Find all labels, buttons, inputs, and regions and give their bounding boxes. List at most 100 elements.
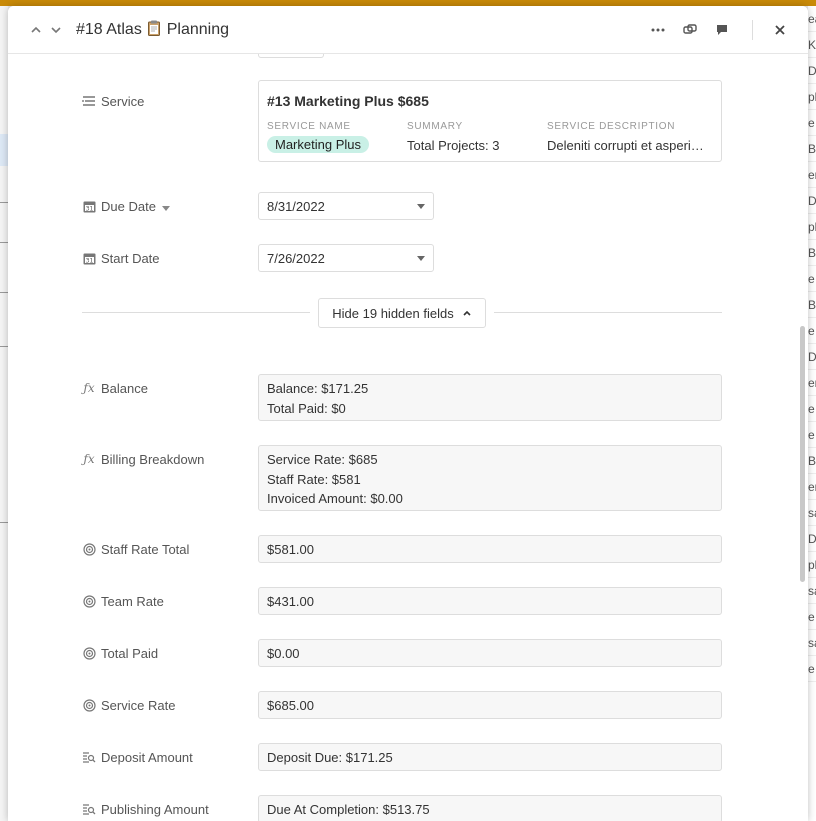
field-label-deposit-amount: Deposit Amount: [82, 748, 193, 766]
summary-caption: SUMMARY: [407, 121, 463, 132]
background-row-snippet: e: [808, 604, 816, 630]
background-row-snippet: B: [808, 240, 816, 266]
description-caption: SERVICE DESCRIPTION: [547, 121, 676, 132]
rollup-icon: [82, 698, 96, 712]
label-text: Service Rate: [101, 697, 176, 713]
background-mark: [0, 202, 8, 203]
label-text: Start Date: [101, 250, 160, 266]
invoiced-amount-line: Invoiced Amount: $0.00: [267, 491, 403, 506]
publishing-amount-value: Due At Completion: $513.75: [258, 795, 722, 821]
background-row-snippet: sa: [808, 500, 816, 526]
lookup-search-icon: [82, 750, 96, 764]
comments-icon[interactable]: [712, 20, 732, 40]
expand-record-icon[interactable]: [680, 20, 700, 40]
modal-body: Service #13 Marketing Plus $685 SERVICE …: [8, 54, 808, 821]
label-text: Team Rate: [101, 593, 164, 609]
record-modal: #18 Atlas Planning Service #13 Marketing…: [8, 6, 808, 821]
background-selected-row: [0, 134, 8, 166]
calendar-icon: 31: [82, 199, 96, 213]
staff-rate-total-value: $581.00: [258, 535, 722, 563]
scrollbar-thumb[interactable]: [800, 326, 805, 582]
label-text: Billing Breakdown: [101, 451, 205, 467]
field-label-due-date: 31 Due Date: [82, 197, 170, 215]
deposit-amount-value: Deposit Due: $171.25: [258, 743, 722, 771]
background-row-snippet: e: [808, 422, 816, 448]
background-mark: [0, 522, 8, 523]
background-row-snippet: e: [808, 266, 816, 292]
chevron-up-icon: [463, 310, 471, 316]
background-row-snippet: e: [808, 110, 816, 136]
background-row-snippet: K: [808, 32, 816, 58]
hide-hidden-fields-button[interactable]: Hide 19 hidden fields: [318, 298, 486, 328]
background-row-snippet: Dr: [808, 58, 816, 84]
formula-icon: ƒx: [83, 381, 95, 395]
lookup-lines-icon: [82, 94, 96, 108]
summary-value: Total Projects: 3: [407, 138, 500, 153]
calendar-icon: 31: [82, 251, 96, 265]
start-date-picker[interactable]: 7/26/2022: [258, 244, 434, 272]
description-value: Deleniti corrupti et asperi…: [547, 138, 704, 153]
balance-line: Balance: $171.25: [267, 381, 369, 396]
service-name-value: Marketing Plus: [267, 136, 369, 153]
background-row-snippet: Dr: [808, 526, 816, 552]
background-row-snippet: Dr: [808, 344, 816, 370]
background-mark: [0, 242, 8, 243]
background-row-snippet: sa: [808, 630, 816, 656]
svg-text:31: 31: [85, 257, 93, 264]
background-row-snippet: er: [808, 370, 816, 396]
field-label-publishing-amount: Publishing Amount: [82, 800, 209, 818]
linked-record-card[interactable]: #13 Marketing Plus $685 SERVICE NAME Mar…: [258, 80, 722, 162]
field-label-total-paid: Total Paid: [82, 644, 158, 662]
background-row-snippet: ea: [808, 6, 816, 32]
close-icon[interactable]: [770, 20, 790, 40]
divider-left: [82, 312, 310, 313]
hide-hidden-fields-label: Hide 19 hidden fields: [332, 305, 454, 321]
start-date-value: 7/26/2022: [267, 250, 325, 266]
total-paid-line: Total Paid: $0: [267, 400, 346, 416]
svg-text:31: 31: [85, 205, 93, 212]
service-name-column: SERVICE NAME Marketing Plus: [267, 121, 369, 153]
vertical-scrollbar[interactable]: [798, 54, 808, 821]
service-name-caption: SERVICE NAME: [267, 121, 351, 132]
sort-caret-icon[interactable]: [161, 199, 170, 214]
background-right-pane: eaKDrpleBerDrplBeBeDrereeBersaDrplsaesae: [808, 6, 816, 821]
summary-column: SUMMARY Total Projects: 3: [407, 121, 500, 153]
rollup-icon: [82, 646, 96, 660]
record-title-suffix: Planning: [166, 21, 230, 38]
field-label-balance: ƒx Balance: [82, 379, 148, 397]
modal-title: #18 Atlas Planning: [76, 20, 229, 39]
background-row-snippet: Dr: [808, 188, 816, 214]
record-title-prefix: #18 Atlas: [76, 21, 142, 38]
background-row-snippet: e: [808, 318, 816, 344]
due-date-picker[interactable]: 8/31/2022: [258, 192, 434, 220]
field-label-staff-rate-total: Staff Rate Total: [82, 540, 189, 558]
chevron-up-icon[interactable]: [26, 20, 46, 40]
background-row-snippet: pl: [808, 214, 816, 240]
field-label-start-date: 31 Start Date: [82, 249, 160, 267]
balance-value: Balance: $171.25 Total Paid: $0: [258, 374, 722, 421]
background-row-snippet: sa: [808, 578, 816, 604]
due-date-value: 8/31/2022: [267, 198, 325, 214]
label-text: Deposit Amount: [101, 749, 193, 765]
label-text: Staff Rate Total: [101, 541, 190, 557]
rollup-icon: [82, 594, 96, 608]
divider-right: [494, 312, 722, 313]
formula-icon: ƒx: [83, 452, 95, 466]
background-mark: [0, 346, 8, 347]
service-rate-line: Service Rate: $685: [267, 452, 378, 467]
description-column: SERVICE DESCRIPTION Deleniti corrupti et…: [547, 121, 704, 153]
chevron-down-icon: [417, 255, 425, 261]
previous-field-edge: [258, 54, 324, 58]
linked-record-title: #13 Marketing Plus $685: [267, 93, 429, 109]
clipboard-icon: [148, 20, 161, 36]
more-options-icon[interactable]: [648, 20, 668, 40]
billing-breakdown-value: Service Rate: $685 Staff Rate: $581 Invo…: [258, 445, 722, 511]
label-text: Publishing Amount: [101, 801, 209, 817]
label-text: Balance: [101, 380, 148, 396]
modal-header: #18 Atlas Planning: [8, 6, 808, 54]
background-mark: [0, 292, 8, 293]
background-left-pane: [0, 6, 8, 821]
background-row-snippet: e: [808, 396, 816, 422]
chevron-down-icon[interactable]: [46, 20, 66, 40]
background-row-snippet: er: [808, 474, 816, 500]
